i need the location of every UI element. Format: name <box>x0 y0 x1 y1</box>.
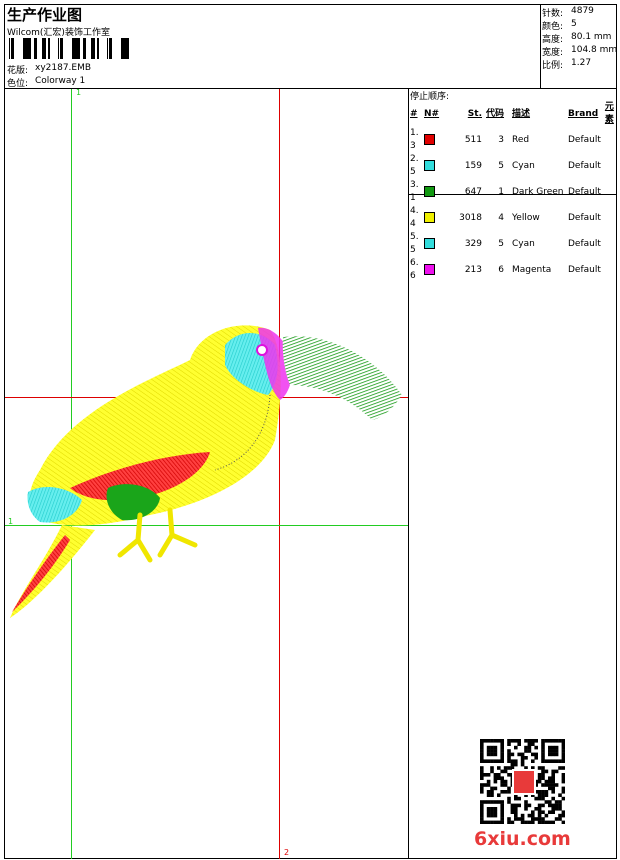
pattern-value: xy2187.EMB <box>35 63 92 73</box>
row-element <box>603 205 620 231</box>
row-desc: Red <box>512 134 530 145</box>
row-stitches: 213 <box>464 264 482 275</box>
row-index: 5. 5 <box>410 232 419 255</box>
table-row: 4. 4 3018 4 Yellow Default <box>408 205 620 231</box>
col-code: 代码 <box>486 108 505 119</box>
row-brand: Default <box>568 212 601 223</box>
guide-label-top: 1 <box>76 88 82 97</box>
col-brand: Brand <box>568 108 599 119</box>
row-code: 4 <box>498 212 504 223</box>
scale-value: 1.27 <box>571 58 592 68</box>
table-header-row: # N# St. 代码 描述 Brand 元素 <box>408 101 620 127</box>
color-swatch <box>424 237 435 249</box>
row-brand: Default <box>568 186 601 197</box>
colors-value: 5 <box>571 19 577 29</box>
row-index: 3. 1 <box>410 180 419 203</box>
table-row: 1. 3 511 3 Red Default <box>408 127 620 153</box>
color-swatch <box>424 159 435 171</box>
height-value: 80.1 mm <box>571 32 612 42</box>
row-brand: Default <box>568 134 601 145</box>
pattern-label: 花版: <box>7 66 29 76</box>
col-index: # <box>410 108 418 119</box>
guide-label-bottom: 2 <box>284 848 290 857</box>
height-label: 高度: <box>542 35 564 45</box>
page-title: 生产作业图 <box>7 6 83 24</box>
qr-logo-stamp <box>512 769 536 795</box>
toucan-embroidery <box>10 325 402 618</box>
col-desc: 描述 <box>512 108 531 119</box>
color-swatch <box>424 263 435 275</box>
row-desc: Cyan <box>512 238 535 249</box>
stitches-value: 4879 <box>571 6 594 16</box>
row-code: 6 <box>498 264 504 275</box>
color-swatch <box>424 133 435 145</box>
row-stitches: 647 <box>464 186 482 197</box>
row-swatch <box>422 231 444 257</box>
row-desc: Yellow <box>512 212 540 223</box>
colors-label: 颜色: <box>542 22 564 32</box>
row-index: 1. 3 <box>410 128 419 151</box>
color-swatch <box>424 185 435 197</box>
row-stitches: 3018 <box>459 212 482 223</box>
row-element <box>603 231 620 257</box>
scale-label: 比例: <box>542 61 564 71</box>
row-brand: Default <box>568 160 601 171</box>
row-index: 6. 6 <box>410 258 419 281</box>
row-element <box>603 127 620 153</box>
row-code: 3 <box>498 134 504 145</box>
table-row: 2. 5 159 5 Cyan Default <box>408 153 620 179</box>
row-code: 1 <box>498 186 504 197</box>
row-stitches: 511 <box>464 134 482 145</box>
row-swatch <box>422 257 444 283</box>
row-desc: Magenta <box>512 264 552 275</box>
table-row: 5. 5 329 5 Cyan Default <box>408 231 620 257</box>
width-label: 宽度: <box>542 48 564 58</box>
row-code: 5 <box>498 238 504 249</box>
row-brand: Default <box>568 264 601 275</box>
row-index: 4. 4 <box>410 206 419 229</box>
col-element: 元素 <box>604 102 614 125</box>
row-stitches: 159 <box>464 160 482 171</box>
color-value: Colorway 1 <box>35 76 86 86</box>
table-row: 6. 6 213 6 Magenta Default <box>408 257 620 283</box>
row-swatch <box>422 205 444 231</box>
stitches-label: 针数: <box>542 9 564 19</box>
col-stitches: St. <box>467 108 482 119</box>
stop-sequence-table: # N# St. 代码 描述 Brand 元素 1. 3 511 3 Red Defau… <box>408 101 620 283</box>
barcode <box>9 38 129 59</box>
table-row: 3. 1 647 1 Dark Green Default <box>408 179 620 205</box>
width-value: 104.8 mm <box>571 45 618 55</box>
row-stitches: 329 <box>464 238 482 249</box>
company-name: Wilcom(汇宏)装饰工作室 <box>7 28 110 38</box>
row-brand: Default <box>568 238 601 249</box>
color-swatch <box>424 211 435 223</box>
row-element <box>603 179 620 205</box>
row-element <box>603 153 620 179</box>
row-swatch <box>422 127 444 153</box>
row-desc: Cyan <box>512 160 535 171</box>
row-index: 2. 5 <box>410 154 419 177</box>
col-needle: N# <box>424 108 440 119</box>
watermark-text: 6xiu.com <box>474 828 571 850</box>
row-swatch <box>422 179 444 205</box>
row-code: 5 <box>498 160 504 171</box>
row-swatch <box>422 153 444 179</box>
row-desc: Dark Green <box>512 186 564 197</box>
row-element <box>603 257 620 283</box>
